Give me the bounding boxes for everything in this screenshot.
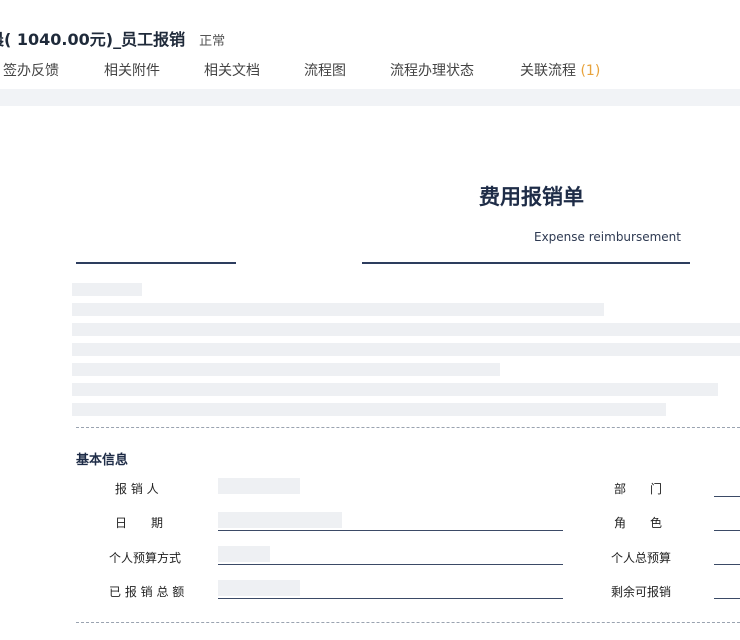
- section-divider: [76, 622, 740, 623]
- placeholder-line: [72, 283, 142, 296]
- department-underline: [714, 496, 740, 497]
- placeholder-line: [72, 363, 500, 376]
- related-process-count: (1): [580, 63, 601, 79]
- label-date: 日 期: [115, 516, 164, 530]
- tab-feedback[interactable]: 签办反馈: [3, 60, 59, 80]
- title-rule-left: [76, 262, 236, 264]
- form-title: 费用报销单: [479, 185, 584, 209]
- title-rule-right: [362, 262, 690, 264]
- label-total-reimbursed: 已 报 销 总 额: [109, 585, 185, 599]
- reimburser-value: [218, 478, 300, 494]
- section-title-basic-info: 基本信息: [76, 453, 129, 468]
- status-badge: 正常: [199, 34, 226, 49]
- total-budget-underline: [714, 564, 740, 565]
- remaining-underline: [714, 598, 740, 599]
- placeholder-line: [72, 323, 740, 336]
- label-reimburser: 报 销 人: [115, 482, 159, 496]
- placeholder-line: [72, 383, 718, 396]
- tab-related-process[interactable]: 关联流程 (1): [520, 60, 600, 80]
- tab-attachments[interactable]: 相关附件: [104, 60, 160, 80]
- tab-related-process-label: 关联流程: [520, 63, 576, 79]
- total-reimbursed-value: [218, 580, 300, 596]
- document-header: 晨( 1040.00元)_员工报销 正常: [0, 26, 225, 52]
- total-reimbursed-underline: [218, 598, 563, 599]
- date-underline: [218, 530, 563, 531]
- placeholder-line: [72, 303, 604, 316]
- label-total-budget: 个人总预算: [611, 551, 672, 565]
- tab-process-status[interactable]: 流程办理状态: [390, 60, 474, 80]
- date-field[interactable]: [218, 512, 342, 528]
- role-underline: [714, 530, 740, 531]
- tab-documents[interactable]: 相关文档: [204, 60, 260, 80]
- section-divider: [76, 427, 740, 428]
- label-department: 部 门: [614, 482, 663, 496]
- label-role: 角 色: [614, 516, 663, 530]
- budget-mode-value[interactable]: [218, 546, 270, 562]
- form-subtitle: Expense reimbursement: [534, 230, 681, 244]
- label-remaining: 剩余可报销: [611, 585, 672, 599]
- placeholder-line: [72, 403, 666, 416]
- label-budget-mode: 个人预算方式: [109, 551, 182, 565]
- toolbar-band: [0, 89, 740, 106]
- expense-form-page: 晨( 1040.00元)_员工报销 正常 签办反馈 相关附件 相关文档 流程图 …: [0, 0, 740, 640]
- placeholder-line: [72, 343, 740, 356]
- budget-mode-underline: [218, 564, 563, 565]
- tab-flowchart[interactable]: 流程图: [304, 60, 346, 80]
- document-title: 晨( 1040.00元)_员工报销: [0, 30, 186, 49]
